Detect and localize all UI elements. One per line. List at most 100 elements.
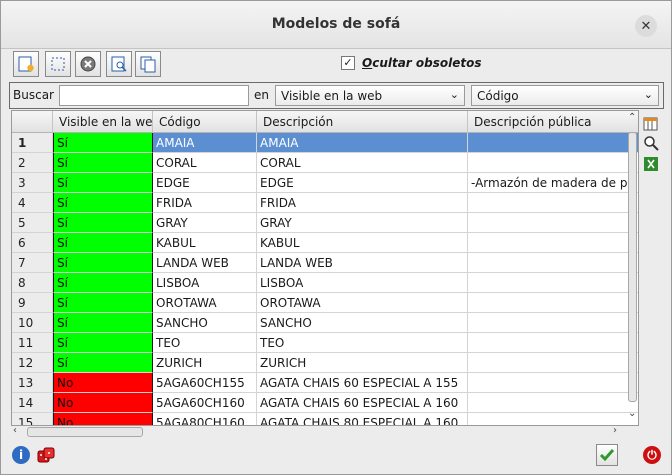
cell-codigo[interactable]: GRAY	[153, 213, 257, 233]
table-row[interactable]: 2 Sí CORAL CORAL	[12, 153, 638, 173]
cell-visible[interactable]: Sí	[53, 233, 153, 253]
exit-button[interactable]: ⏻	[643, 446, 661, 464]
cell-descripcion-publica[interactable]	[468, 353, 638, 373]
row-number[interactable]: 9	[12, 293, 53, 313]
vertical-scroll-thumb[interactable]	[628, 132, 637, 402]
table-row[interactable]: 7 Sí LANDA WEB LANDA WEB	[12, 253, 638, 273]
table-row[interactable]: 1 Sí AMAIA AMAIA	[12, 133, 638, 153]
scroll-down-icon[interactable]: ⌄	[628, 408, 636, 419]
cell-visible[interactable]: Sí	[53, 173, 153, 193]
cell-descripcion-publica[interactable]	[468, 193, 638, 213]
horizontal-scroll-thumb[interactable]	[27, 427, 143, 437]
hide-obsolete-toggle[interactable]: ✓ Ocultar obsoletos	[341, 56, 482, 70]
cell-descripcion[interactable]: AGATA CHAIS 60 ESPECIAL A 160	[257, 393, 468, 413]
cell-visible[interactable]: No	[53, 373, 153, 393]
row-number[interactable]: 4	[12, 193, 53, 213]
cell-codigo[interactable]: OROTAWA	[153, 293, 257, 313]
cell-visible[interactable]: Sí	[53, 293, 153, 313]
cell-visible[interactable]: Sí	[53, 133, 153, 153]
search-field-select[interactable]: Visible en la web ⌄	[275, 85, 465, 106]
cell-descripcion-publica[interactable]	[468, 213, 638, 233]
cell-descripcion[interactable]: KABUL	[257, 233, 468, 253]
column-header-descripcion-publica[interactable]: Descripción pública	[468, 111, 638, 133]
table-row[interactable]: 12 Sí ZURICH ZURICH	[12, 353, 638, 373]
cell-codigo[interactable]: 5AGA60CH160	[153, 393, 257, 413]
vertical-scrollbar[interactable]: ⌃ ⌄	[627, 112, 638, 424]
row-number[interactable]: 5	[12, 213, 53, 233]
cell-descripcion-publica[interactable]	[468, 313, 638, 333]
scroll-left-icon[interactable]: ‹	[13, 425, 17, 436]
cell-descripcion[interactable]: AGATA CHAIS 60 ESPECIAL A 155	[257, 373, 468, 393]
table-row[interactable]: 11 Sí TEO TEO	[12, 333, 638, 353]
cell-codigo[interactable]: ZURICH	[153, 353, 257, 373]
cell-codigo[interactable]: CORAL	[153, 153, 257, 173]
table-row[interactable]: 8 Sí LISBOA LISBOA	[12, 273, 638, 293]
cell-codigo[interactable]: TEO	[153, 333, 257, 353]
cell-descripcion-publica[interactable]	[468, 253, 638, 273]
cell-codigo[interactable]: SANCHO	[153, 313, 257, 333]
cell-codigo[interactable]: AMAIA	[153, 133, 257, 153]
cell-descripcion[interactable]: ZURICH	[257, 353, 468, 373]
cell-descripcion-publica[interactable]	[468, 153, 638, 173]
column-header-codigo[interactable]: Código	[153, 111, 257, 133]
cell-descripcion[interactable]: AMAIA	[257, 133, 468, 153]
cell-descripcion-publica[interactable]: -Armazón de madera de pi	[468, 173, 638, 193]
row-number[interactable]: 2	[12, 153, 53, 173]
row-number[interactable]: 14	[12, 393, 53, 413]
table-row[interactable]: 10 Sí SANCHO SANCHO	[12, 313, 638, 333]
cell-visible[interactable]: Sí	[53, 313, 153, 333]
cell-descripcion-publica[interactable]	[468, 393, 638, 413]
preview-button[interactable]	[106, 51, 132, 77]
row-number[interactable]: 1	[12, 133, 53, 153]
cell-descripcion[interactable]: GRAY	[257, 213, 468, 233]
row-number[interactable]: 3	[12, 173, 53, 193]
column-header-visible[interactable]: Visible en la web	[53, 111, 153, 133]
table-row[interactable]: 5 Sí GRAY GRAY	[12, 213, 638, 233]
cell-codigo[interactable]: EDGE	[153, 173, 257, 193]
cell-descripcion[interactable]: LISBOA	[257, 273, 468, 293]
cell-visible[interactable]: No	[53, 413, 153, 425]
scroll-right-icon[interactable]: ›	[613, 425, 617, 436]
cell-descripcion-publica[interactable]	[468, 133, 638, 153]
cell-descripcion[interactable]: CORAL	[257, 153, 468, 173]
close-button[interactable]: ✕	[635, 15, 657, 37]
row-number[interactable]: 15	[12, 413, 53, 425]
column-config-button[interactable]	[642, 115, 660, 133]
cell-visible[interactable]: Sí	[53, 193, 153, 213]
row-number[interactable]: 7	[12, 253, 53, 273]
cell-codigo[interactable]: 5AGA80CH160	[153, 413, 257, 425]
cell-descripcion-publica[interactable]	[468, 273, 638, 293]
cell-descripcion[interactable]: AGATA CHAIS 80 ESPECIAL A 160	[257, 413, 468, 425]
table-row[interactable]: 14 No 5AGA60CH160 AGATA CHAIS 60 ESPECIAL A…	[12, 393, 638, 413]
cell-codigo[interactable]: 5AGA60CH155	[153, 373, 257, 393]
cell-descripcion-publica[interactable]	[468, 373, 638, 393]
cell-descripcion[interactable]: LANDA WEB	[257, 253, 468, 273]
cell-descripcion-publica[interactable]	[468, 293, 638, 313]
cell-visible[interactable]: Sí	[53, 153, 153, 173]
table-row[interactable]: 9 Sí OROTAWA OROTAWA	[12, 293, 638, 313]
info-button[interactable]: i	[12, 446, 30, 464]
dice-button[interactable]	[36, 446, 56, 466]
new-record-button[interactable]	[13, 51, 39, 77]
row-number[interactable]: 8	[12, 273, 53, 293]
delete-button[interactable]	[75, 51, 101, 77]
cell-visible[interactable]: Sí	[53, 253, 153, 273]
table-row[interactable]: 13 No 5AGA60CH155 AGATA CHAIS 60 ESPECIAL A…	[12, 373, 638, 393]
table-row[interactable]: 3 Sí EDGE EDGE -Armazón de madera de pi	[12, 173, 638, 193]
search-input[interactable]	[59, 85, 249, 106]
row-number[interactable]: 13	[12, 373, 53, 393]
cell-visible[interactable]: Sí	[53, 353, 153, 373]
cell-visible[interactable]: Sí	[53, 273, 153, 293]
duplicate-button[interactable]	[135, 51, 161, 77]
zoom-button[interactable]	[642, 134, 660, 152]
cell-descripcion-publica[interactable]	[468, 233, 638, 253]
cell-descripcion[interactable]: OROTAWA	[257, 293, 468, 313]
cell-descripcion[interactable]: SANCHO	[257, 313, 468, 333]
table-row[interactable]: 15 No 5AGA80CH160 AGATA CHAIS 80 ESPECIAL A…	[12, 413, 638, 425]
horizontal-scrollbar[interactable]: ‹ ›	[13, 425, 623, 438]
accept-button[interactable]	[596, 444, 618, 466]
cell-codigo[interactable]: LISBOA	[153, 273, 257, 293]
row-number[interactable]: 6	[12, 233, 53, 253]
excel-export-button[interactable]	[642, 155, 660, 173]
cell-visible[interactable]: Sí	[53, 333, 153, 353]
